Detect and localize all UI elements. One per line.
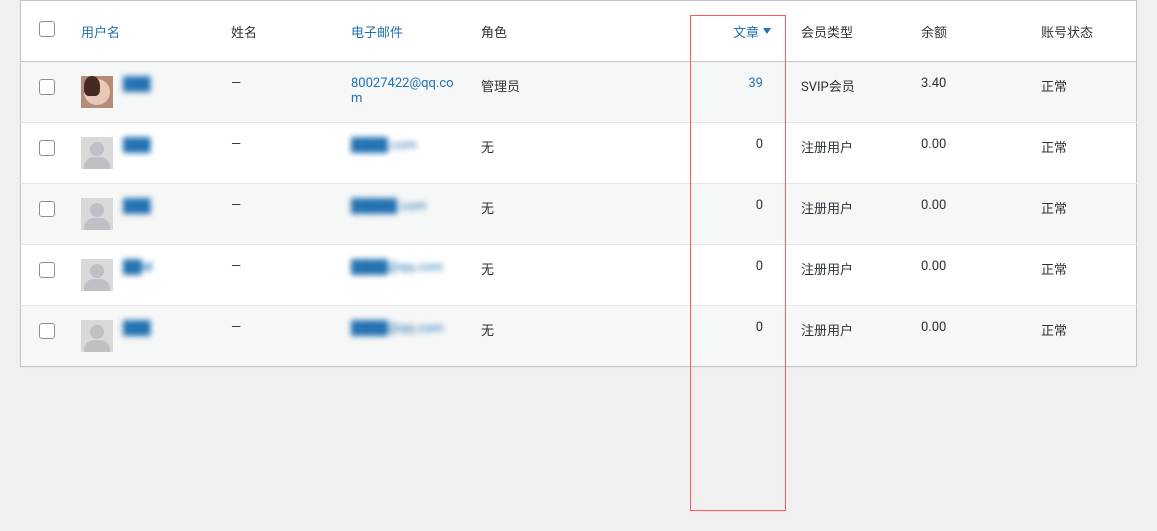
username-link[interactable]: ███ bbox=[123, 320, 151, 352]
username-link[interactable]: ███ bbox=[123, 137, 151, 169]
balance-cell: 0.00 bbox=[921, 137, 946, 152]
status-cell: 正常 bbox=[1041, 202, 1067, 217]
col-header-posts-label: 文章 bbox=[733, 22, 759, 41]
email-link[interactable]: 80027422@qq.com bbox=[351, 76, 454, 106]
balance-cell: 0.00 bbox=[921, 320, 946, 335]
col-header-posts[interactable]: 文章 bbox=[733, 22, 771, 41]
row-checkbox[interactable] bbox=[39, 140, 55, 156]
role-cell: 无 bbox=[481, 141, 494, 156]
email-link[interactable]: ████@qq.com bbox=[351, 321, 443, 336]
role-cell: 无 bbox=[481, 202, 494, 217]
username-link[interactable]: ██id bbox=[123, 259, 152, 291]
member-type-cell: 注册用户 bbox=[801, 263, 853, 278]
status-cell: 正常 bbox=[1041, 80, 1067, 95]
name-cell: — bbox=[231, 320, 241, 335]
col-header-balance: 余额 bbox=[921, 26, 947, 41]
posts-count: 0 bbox=[756, 198, 763, 213]
name-cell: — bbox=[231, 198, 241, 213]
email-link[interactable]: ████@qq.com bbox=[351, 260, 443, 275]
col-header-name: 姓名 bbox=[231, 26, 257, 41]
status-cell: 正常 bbox=[1041, 324, 1067, 339]
status-cell: 正常 bbox=[1041, 141, 1067, 156]
name-cell: — bbox=[231, 137, 241, 152]
row-checkbox[interactable] bbox=[39, 262, 55, 278]
username-link[interactable]: ███ bbox=[123, 76, 151, 108]
role-cell: 无 bbox=[481, 324, 494, 339]
status-cell: 正常 bbox=[1041, 263, 1067, 278]
col-header-status: 账号状态 bbox=[1041, 26, 1093, 41]
table-row: ██id — ████@qq.com 无 0 注册用户 0.00 正常 bbox=[21, 245, 1137, 306]
table-row: ███ — 80027422@qq.com 管理员 39 SVIP会员 3.40 正常 bbox=[21, 62, 1137, 123]
col-header-member-type: 会员类型 bbox=[801, 26, 853, 41]
member-type-cell: 注册用户 bbox=[801, 324, 853, 339]
col-header-username[interactable]: 用户名 bbox=[81, 26, 120, 41]
posts-count: 0 bbox=[756, 320, 763, 335]
name-cell: — bbox=[231, 76, 241, 91]
posts-count: 0 bbox=[756, 137, 763, 152]
row-checkbox[interactable] bbox=[39, 79, 55, 95]
table-row: ███ — ████.com 无 0 注册用户 0.00 正常 bbox=[21, 123, 1137, 184]
name-cell: — bbox=[231, 259, 241, 274]
role-cell: 无 bbox=[481, 263, 494, 278]
table-row: ███ — █████.com 无 0 注册用户 0.00 正常 bbox=[21, 184, 1137, 245]
username-link[interactable]: ███ bbox=[123, 198, 151, 230]
avatar bbox=[81, 198, 113, 230]
member-type-cell: SVIP会员 bbox=[801, 80, 855, 95]
role-cell: 管理员 bbox=[481, 80, 520, 95]
member-type-cell: 注册用户 bbox=[801, 141, 853, 156]
row-checkbox[interactable] bbox=[39, 201, 55, 217]
email-link[interactable]: █████.com bbox=[351, 199, 426, 214]
balance-cell: 3.40 bbox=[921, 76, 946, 91]
member-type-cell: 注册用户 bbox=[801, 202, 853, 217]
table-row: ███ — ████@qq.com 无 0 注册用户 0.00 正常 bbox=[21, 306, 1137, 367]
users-table: 用户名 姓名 电子邮件 角色 文章 会员类型 余额 账号状态 ███ — 80027… bbox=[20, 0, 1137, 367]
select-all-checkbox[interactable] bbox=[39, 21, 55, 37]
posts-count: 0 bbox=[756, 259, 763, 274]
avatar bbox=[81, 259, 113, 291]
avatar bbox=[81, 320, 113, 352]
balance-cell: 0.00 bbox=[921, 198, 946, 213]
avatar bbox=[81, 137, 113, 169]
balance-cell: 0.00 bbox=[921, 259, 946, 274]
avatar bbox=[81, 76, 113, 108]
col-header-role: 角色 bbox=[481, 26, 507, 41]
sort-desc-icon bbox=[763, 28, 771, 34]
col-header-email[interactable]: 电子邮件 bbox=[351, 26, 403, 41]
email-link[interactable]: ████.com bbox=[351, 138, 417, 153]
row-checkbox[interactable] bbox=[39, 323, 55, 339]
posts-count-link[interactable]: 39 bbox=[748, 76, 763, 91]
